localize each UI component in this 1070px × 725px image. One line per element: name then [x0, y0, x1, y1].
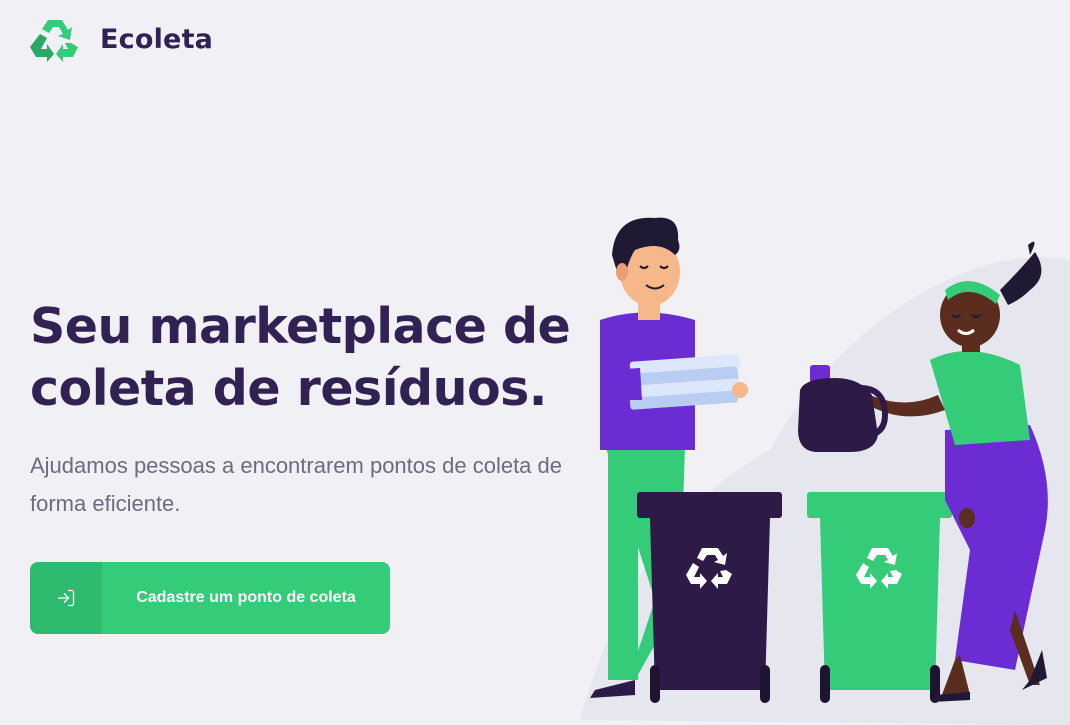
- log-in-icon: [57, 589, 75, 607]
- cta-label: Cadastre um ponto de coleta: [136, 589, 356, 606]
- register-collection-point-button[interactable]: Cadastre um ponto de coleta: [30, 562, 390, 634]
- recycle-icon: [30, 20, 78, 62]
- hero-subtitle: Ajudamos pessoas a encontrarem pontos de…: [30, 453, 562, 516]
- cta-icon-box: [30, 562, 102, 634]
- hero-title: Seu marketplace de coleta de resíduos.: [30, 298, 571, 417]
- brand-name: Ecoleta: [100, 23, 214, 55]
- recycling-illustration: [580, 217, 1070, 725]
- dark-recycling-bin: [637, 492, 782, 703]
- green-recycling-bin: [807, 492, 952, 703]
- header: Ecoleta: [30, 16, 213, 62]
